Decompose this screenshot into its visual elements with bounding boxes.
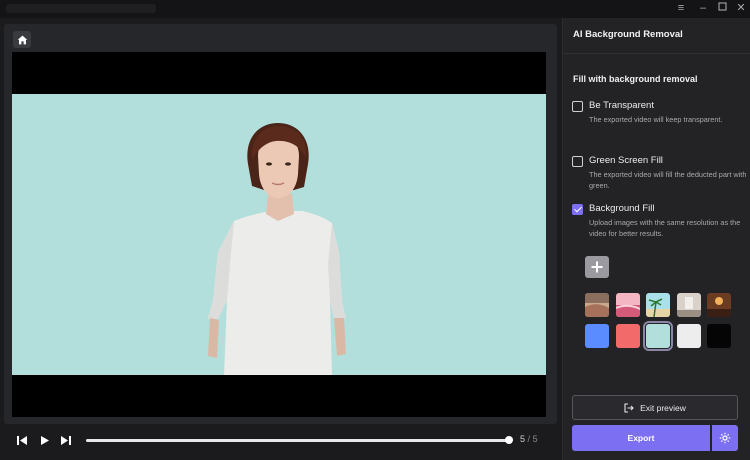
progress-handle[interactable] [505,436,513,444]
section-title: Fill with background removal [573,74,698,84]
option-label: Be Transparent [589,100,654,111]
close-icon[interactable]: ✕ [732,1,750,16]
video-frame [12,52,546,417]
progress-track[interactable] [86,439,510,442]
warm-interior-image[interactable] [707,293,731,317]
palm-beach-image[interactable] [646,293,670,317]
next-frame-button[interactable] [59,434,73,447]
option-label: Green Screen Fill [589,155,663,166]
title-bar: ≡ – ✕ [0,0,750,18]
color-swatch-blue[interactable] [585,324,609,348]
maximize-icon[interactable] [713,1,731,16]
settings-panel: AI Background Removal Fill with backgrou… [562,18,750,460]
home-button[interactable] [13,31,31,48]
be-transparent-checkbox[interactable] [572,101,583,112]
exit-icon [624,402,634,413]
minimize-icon[interactable]: – [694,1,712,16]
exit-preview-button[interactable]: Exit preview [572,395,738,420]
home-icon [17,35,27,44]
next-frame-icon [61,436,71,445]
current-frame: 5 [520,434,526,444]
color-swatch-red[interactable] [616,324,640,348]
video-preview-area [4,24,557,424]
option-description: The exported video will keep transparent… [589,115,723,124]
menu-icon[interactable]: ≡ [672,1,690,16]
frame-counter: 5 / 5 [520,434,538,444]
panel-header: AI Background Removal [563,18,750,54]
desert-image[interactable] [585,293,609,317]
export-settings-button[interactable] [712,425,738,451]
background-fill-checkbox[interactable] [572,204,583,215]
add-image-button[interactable] [585,256,609,278]
window-title-placeholder [6,4,156,13]
person-figure [208,123,346,375]
pink-sky-image[interactable] [616,293,640,317]
playback-bar: 5 / 5 [4,426,557,454]
color-swatch-black[interactable] [707,324,731,348]
option-label: Background Fill [589,203,655,214]
option-description: The exported video will fill the deducte… [589,170,747,190]
plus-icon [591,261,603,273]
color-swatch-mint[interactable] [643,321,673,351]
frame-separator: / [527,434,531,444]
green-screen-fill-checkbox[interactable] [572,156,583,167]
total-frames: 5 [532,434,538,444]
exit-preview-label: Exit preview [640,402,686,413]
room-image[interactable] [677,293,701,317]
option-description: Upload images with the same resolution a… [589,218,741,238]
export-label: Export [627,433,655,443]
previous-frame-button[interactable] [15,434,29,447]
previous-frame-icon [17,436,27,445]
gear-icon [719,432,731,444]
export-button[interactable]: Export [572,425,710,451]
play-icon [40,436,49,445]
color-swatch-white[interactable] [677,324,701,348]
video-content[interactable] [12,94,546,375]
play-button[interactable] [37,434,51,447]
panel-title: AI Background Removal [573,29,683,40]
